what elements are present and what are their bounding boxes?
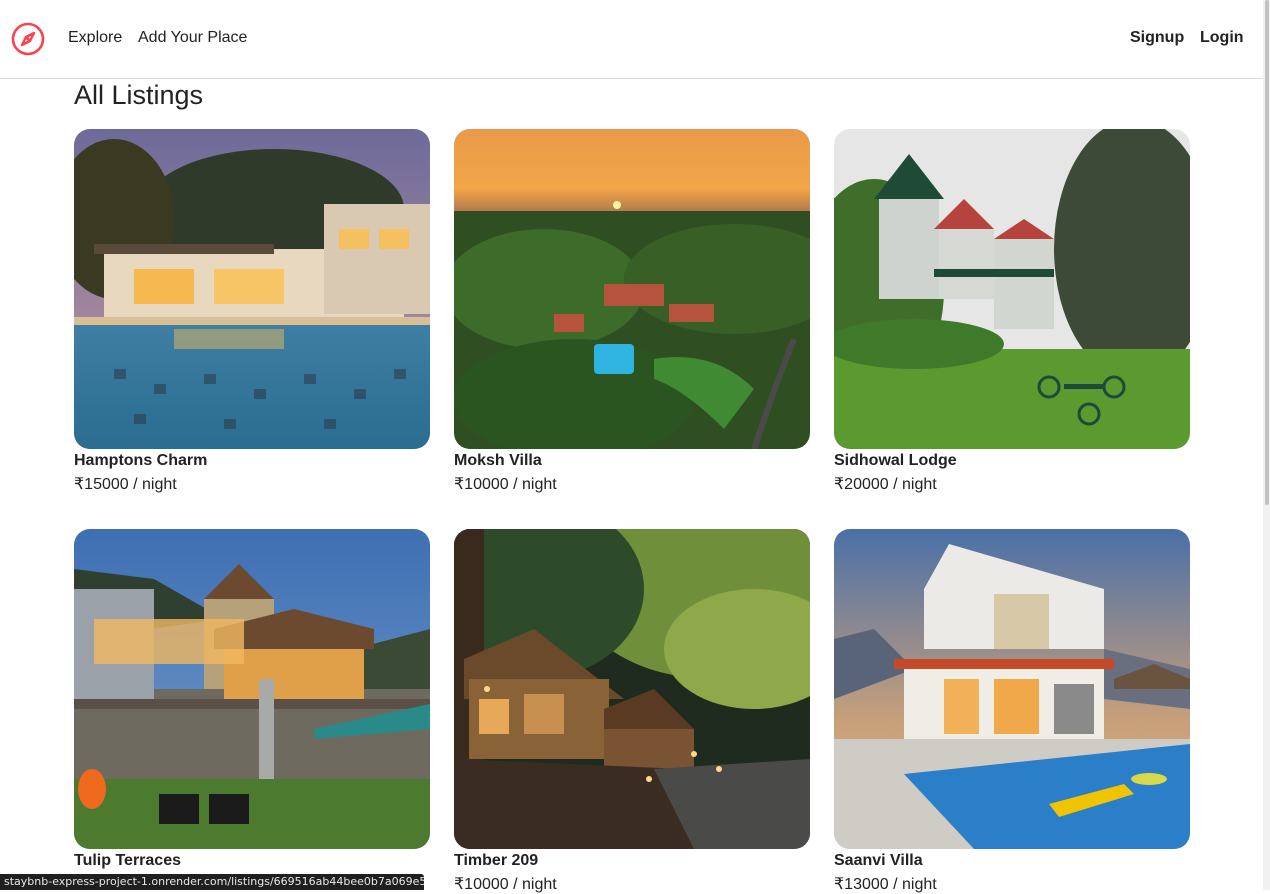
nav-explore-link[interactable]: Explore [68, 29, 122, 47]
listing-card[interactable]: Timber 209 ₹10000 / night [454, 529, 810, 894]
compass-icon[interactable] [11, 22, 45, 56]
listing-price: ₹10000 / night [454, 476, 557, 493]
listing-image[interactable] [74, 529, 430, 849]
nav-signup-link[interactable]: Signup [1130, 29, 1184, 47]
page-title: All Listings [74, 80, 204, 110]
listing-title: Tulip Terraces [74, 852, 181, 869]
listing-image[interactable] [834, 529, 1190, 849]
nav-add-place-link[interactable]: Add Your Place [138, 29, 247, 47]
listing-title: Sidhowal Lodge [834, 452, 957, 469]
listing-image[interactable] [834, 129, 1190, 449]
listing-card[interactable]: Tulip Terraces [74, 529, 430, 876]
nav-login-link[interactable]: Login [1200, 29, 1244, 47]
listing-price: ₹20000 / night [834, 476, 937, 493]
listing-card[interactable]: Saanvi Villa ₹13000 / night [834, 529, 1190, 894]
listing-image[interactable] [454, 529, 810, 849]
listing-price: ₹15000 / night [74, 476, 177, 493]
listing-price: ₹13000 / night [834, 876, 937, 893]
listing-card[interactable]: Sidhowal Lodge ₹20000 / night [834, 129, 1190, 494]
listing-title: Moksh Villa [454, 452, 542, 469]
listing-title: Saanvi Villa [834, 852, 923, 869]
listing-title: Hamptons Charm [74, 452, 208, 469]
listing-image[interactable] [74, 129, 430, 449]
navbar: Explore Add Your Place Signup Login [0, 0, 1263, 79]
scrollbar-thumb[interactable] [1265, 0, 1269, 505]
status-bar-url: staybnb-express-project-1.onrender.com/l… [0, 874, 424, 890]
listing-price: ₹10000 / night [454, 876, 557, 893]
listing-card[interactable]: Moksh Villa ₹10000 / night [454, 129, 810, 494]
listing-image[interactable] [454, 129, 810, 449]
listing-card[interactable]: Hamptons Charm ₹15000 / night [74, 129, 430, 494]
listing-title: Timber 209 [454, 852, 539, 869]
